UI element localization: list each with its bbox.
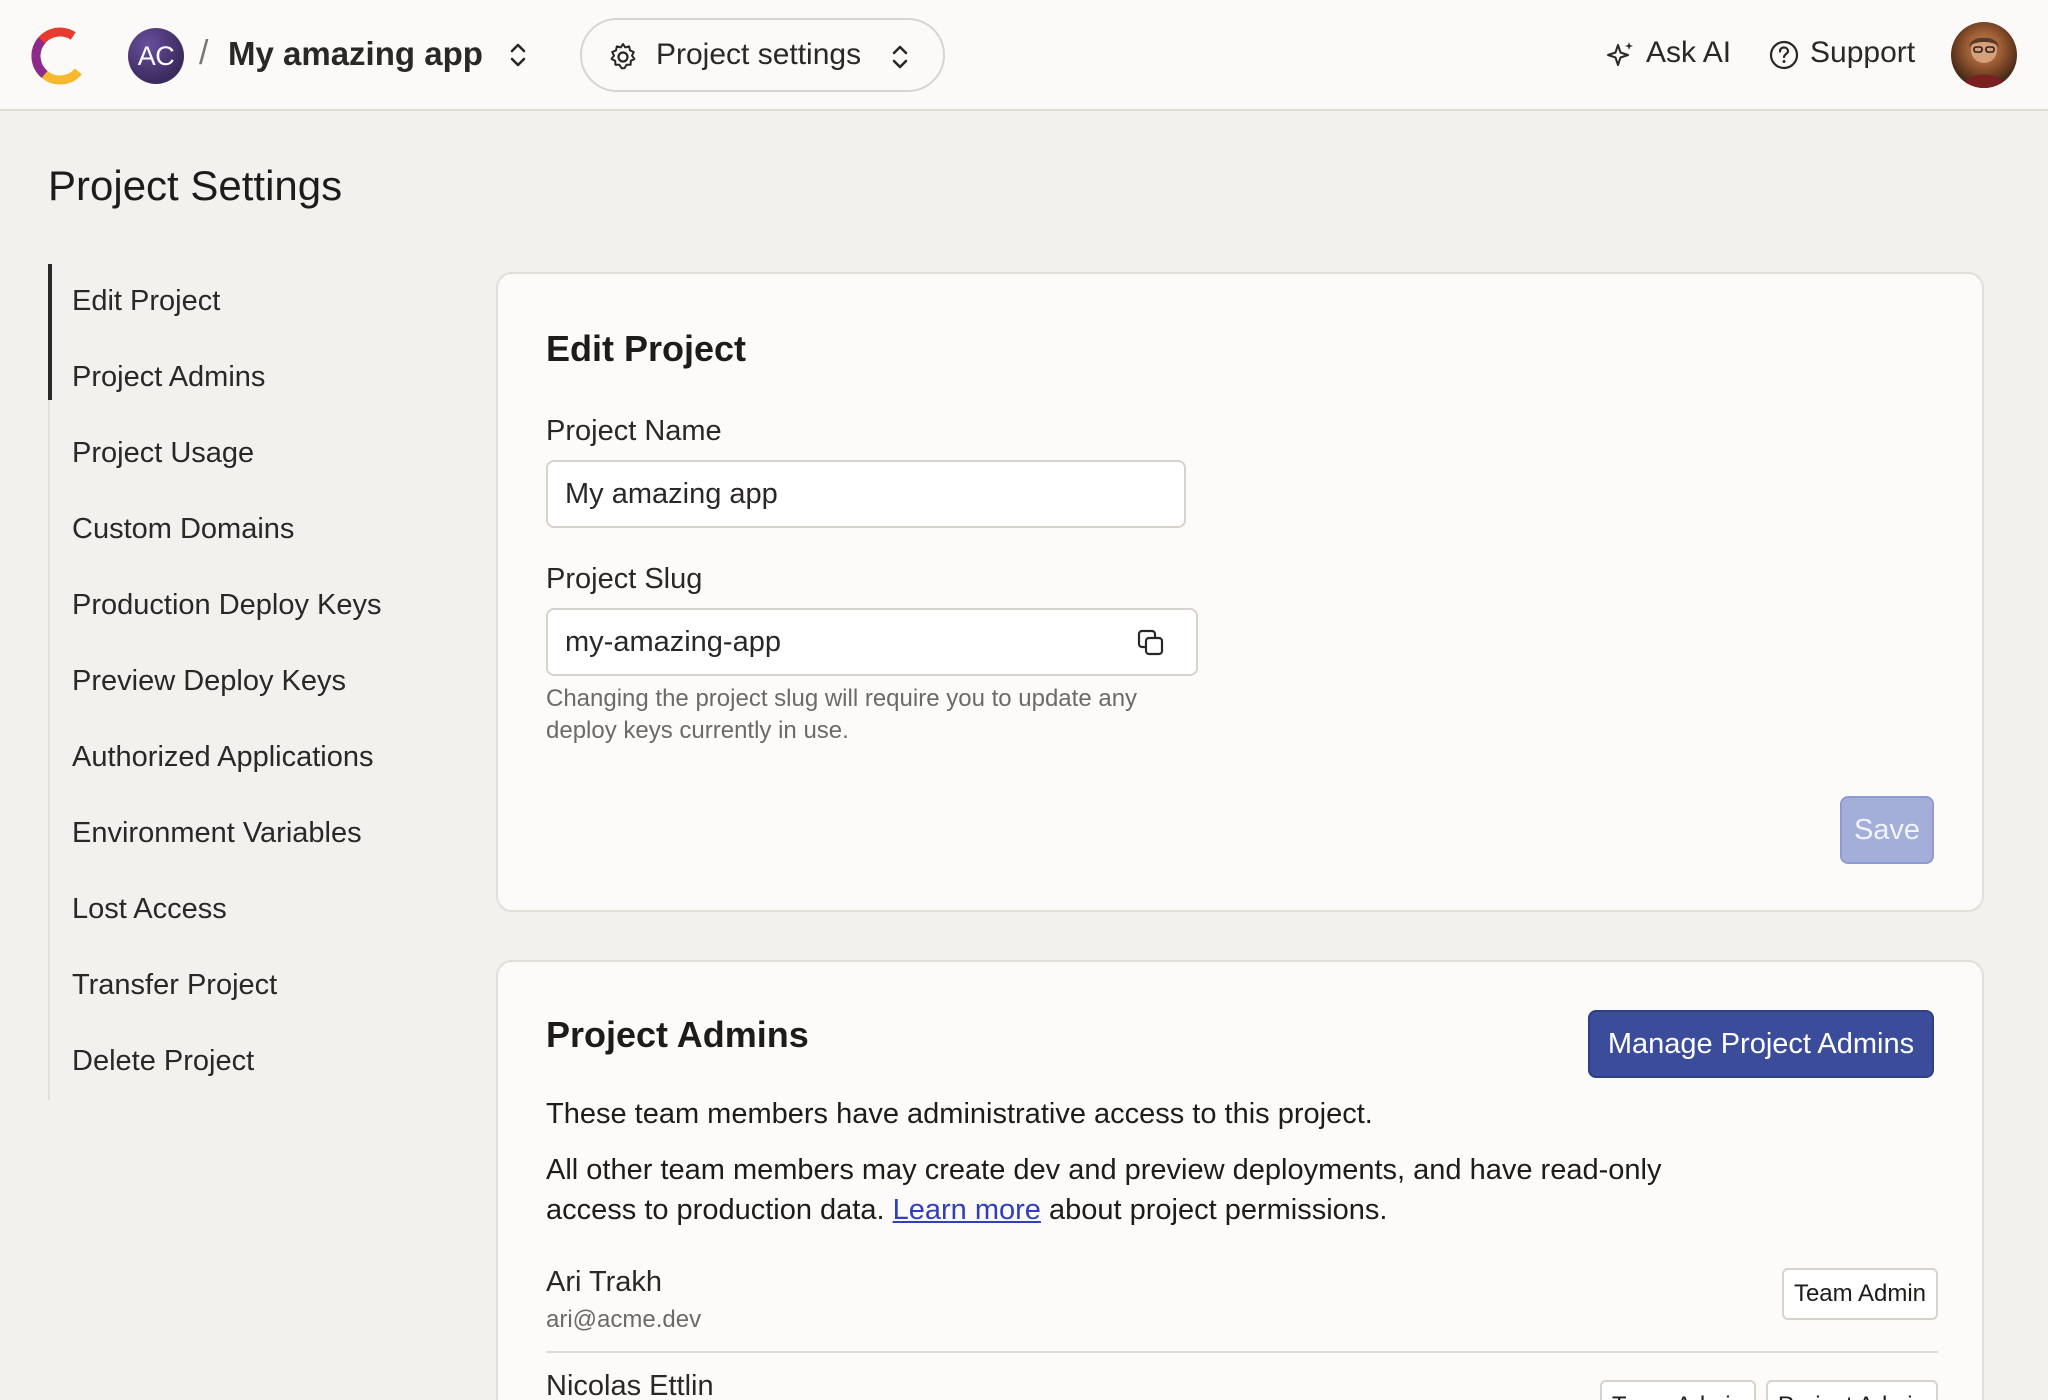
admin-roles: Team Admin Project Admin xyxy=(1599,1380,1938,1400)
role-badge: Project Admin xyxy=(1765,1380,1938,1400)
sidebar-item-authorized-applications[interactable]: Authorized Applications xyxy=(50,720,428,796)
chevron-up-down-icon xyxy=(892,45,908,69)
sidebar-item-preview-deploy-keys[interactable]: Preview Deploy Keys xyxy=(50,644,428,720)
support-label: Support xyxy=(1810,36,1916,69)
sidebar-item-project-usage[interactable]: Project Usage xyxy=(50,416,428,492)
sidebar-item-environment-variables[interactable]: Environment Variables xyxy=(50,796,428,872)
settings-sidebar: Edit Project Project Admins Project Usag… xyxy=(48,264,428,1100)
permissions-description: All other team members may create dev an… xyxy=(546,1150,1706,1230)
admin-name: Nicolas Ettlin xyxy=(546,1370,714,1400)
permissions-text-after: about project permissions. xyxy=(1040,1194,1388,1226)
learn-more-link[interactable]: Learn more xyxy=(893,1194,1041,1226)
project-name-input[interactable]: My amazing app xyxy=(546,460,1186,528)
sidebar-item-lost-access[interactable]: Lost Access xyxy=(50,872,428,948)
gear-icon xyxy=(610,43,636,70)
sidebar-item-custom-domains[interactable]: Custom Domains xyxy=(50,492,428,568)
admin-email: ari@acme.dev xyxy=(546,1306,702,1333)
project-slug-label: Project Slug xyxy=(546,563,703,595)
project-admins-card: Project Admins Manage Project Admins The… xyxy=(496,960,1984,1400)
admin-row: Nicolas Ettlin Team Admin Project Admin xyxy=(546,1370,1938,1400)
copy-icon[interactable] xyxy=(1136,628,1166,658)
project-slug-help: Changing the project slug will require y… xyxy=(546,685,1138,744)
ask-ai-label: Ask AI xyxy=(1646,36,1732,69)
sidebar-item-project-admins[interactable]: Project Admins xyxy=(50,340,428,416)
role-badge: Team Admin xyxy=(1599,1380,1756,1400)
sidebar-item-edit-project[interactable]: Edit Project xyxy=(50,264,428,340)
admin-name: Ari Trakh xyxy=(546,1266,663,1298)
sidebar-item-transfer-project[interactable]: Transfer Project xyxy=(50,948,428,1024)
help-circle-icon xyxy=(1769,40,1799,70)
admins-description: These team members have administrative a… xyxy=(546,1098,1373,1130)
project-settings-selector[interactable]: Project settings xyxy=(580,18,945,92)
sidebar-item-delete-project[interactable]: Delete Project xyxy=(50,1024,428,1100)
top-bar: AC / My amazing app Project settings Ask… xyxy=(0,0,2048,111)
project-settings-label: Project settings xyxy=(656,38,862,71)
role-badge: Team Admin xyxy=(1781,1268,1938,1320)
project-slug-input[interactable]: my-amazing-app xyxy=(546,608,1198,676)
user-avatar[interactable] xyxy=(1951,22,2017,88)
project-name-breadcrumb[interactable]: My amazing app xyxy=(228,35,483,73)
page-title: Project Settings xyxy=(48,162,343,209)
sparkle-icon xyxy=(1607,42,1633,66)
active-indicator xyxy=(48,264,52,400)
project-admins-title: Project Admins xyxy=(546,1014,809,1055)
save-button[interactable]: Save xyxy=(1840,796,1934,864)
edit-project-card: Edit Project Project Name My amazing app… xyxy=(496,272,1984,912)
team-avatar[interactable]: AC xyxy=(128,28,184,84)
admin-roles: Team Admin xyxy=(1781,1268,1938,1320)
chevron-up-down-icon[interactable] xyxy=(506,38,530,72)
edit-project-title: Edit Project xyxy=(546,328,747,369)
manage-project-admins-button[interactable]: Manage Project Admins xyxy=(1588,1010,1934,1078)
row-divider xyxy=(546,1351,1938,1353)
convex-logo[interactable] xyxy=(31,27,89,85)
admin-row: Ari Trakh ari@acme.dev Team Admin xyxy=(546,1266,1938,1362)
project-name-label: Project Name xyxy=(546,415,722,447)
breadcrumb-separator: / xyxy=(199,34,209,72)
project-slug-value: my-amazing-app xyxy=(565,626,781,658)
sidebar-item-production-deploy-keys[interactable]: Production Deploy Keys xyxy=(50,568,428,644)
